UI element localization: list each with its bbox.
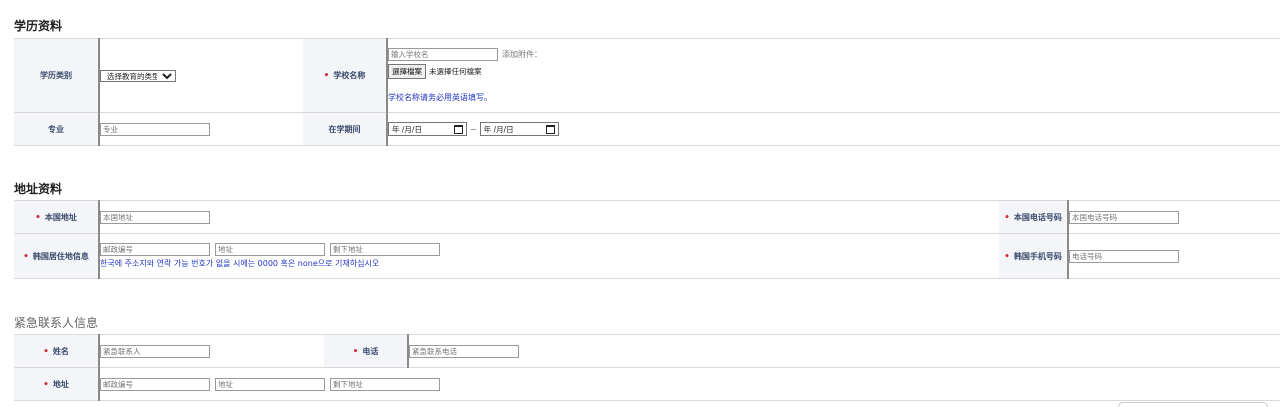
home-phone-input[interactable] xyxy=(1069,210,1179,224)
emergency-row-2: • 地址 xyxy=(14,367,1280,401)
korea-zip-input[interactable] xyxy=(100,243,210,256)
emergency-address-rest-input[interactable] xyxy=(330,377,440,391)
required-mark: • xyxy=(1004,251,1010,262)
home-phone-cell xyxy=(1068,200,1280,234)
emergency-address-label: 地址 xyxy=(52,379,69,389)
korea-mobile-label-cell: • 韩国手机号码 xyxy=(999,233,1069,279)
bottom-panel-edge xyxy=(1118,402,1268,407)
emergency-phone-cell xyxy=(408,334,1280,368)
emergency-zip-input[interactable] xyxy=(100,377,210,391)
education-form: 学历类别 选择教育的类型 •学校名称 添加附件： 選擇檔案 未選擇任何檔案 学校… xyxy=(14,38,1280,146)
address-row-1: •本国地址 •本国电话号码 xyxy=(14,200,1280,234)
study-period-label: 在学期间 xyxy=(303,112,388,146)
korea-address-note: 한국에 주소지와 연락 가능 번호가 없을 시에는 0000 혹은 none으로… xyxy=(100,259,380,268)
korea-address-label: 韩国居住地信息 xyxy=(32,251,89,261)
emergency-form: •姓名 •电话 •地址 xyxy=(14,334,1280,401)
home-address-label-cell: • 本国地址 xyxy=(14,200,100,234)
home-phone-label-cell: • 本国电话号码 xyxy=(999,200,1069,234)
emergency-name-input[interactable] xyxy=(100,344,210,358)
school-name-label-cell: • 学校名称 xyxy=(303,38,388,113)
school-name-input[interactable] xyxy=(388,48,498,61)
start-date-input[interactable]: 年 /月/日 xyxy=(388,122,467,136)
emergency-phone-label: 电话 xyxy=(362,346,379,356)
study-period-cell: 年 /月/日 ~ 年 /月/日 xyxy=(387,112,1280,146)
degree-type-label: 学历类别 xyxy=(14,38,100,113)
address-section-title: 地址资料 xyxy=(14,182,63,196)
education-row-2: 专业 在学期间 年 /月/日 ~ 年 /月/日 xyxy=(14,112,1280,146)
file-status: 未選擇任何檔案 xyxy=(429,67,482,76)
degree-type-select[interactable]: 选择教育的类型 xyxy=(100,69,176,82)
major-input[interactable] xyxy=(100,122,210,136)
required-mark: • xyxy=(43,346,49,357)
end-date-input[interactable]: 年 /月/日 xyxy=(479,122,559,136)
emergency-row-1: •姓名 •电话 xyxy=(14,334,1280,368)
major-label: 专业 xyxy=(14,112,100,146)
emergency-section-title: 紧急联系人信息 xyxy=(14,316,99,330)
korea-address-rest-input[interactable] xyxy=(330,243,440,256)
required-mark: • xyxy=(35,212,41,223)
calendar-icon[interactable] xyxy=(454,124,463,134)
emergency-address-cell xyxy=(99,367,1280,401)
attach-label: 添加附件： xyxy=(502,50,542,59)
address-row-2: •韩国居住地信息 한국에 주소지와 연락 가능 번호가 없을 시에는 0000 … xyxy=(14,233,1280,279)
required-mark: • xyxy=(323,71,330,81)
education-row-1: 学历类别 选择教育的类型 •学校名称 添加附件： 選擇檔案 未選擇任何檔案 学校… xyxy=(14,38,1280,113)
calendar-icon[interactable] xyxy=(545,124,555,134)
korea-mobile-label: 韩国手机号码 xyxy=(1013,251,1062,261)
required-mark: • xyxy=(23,251,29,262)
emergency-name-label: 姓名 xyxy=(52,346,69,356)
korea-mobile-input[interactable] xyxy=(1069,249,1179,263)
required-mark: • xyxy=(352,346,359,357)
korea-mobile-cell xyxy=(1068,233,1280,279)
major-cell xyxy=(99,112,303,146)
education-section-title: 学历资料 xyxy=(14,19,63,33)
school-name-cell: 添加附件： 選擇檔案 未選擇任何檔案 学校名称请务必用英语填写。 xyxy=(387,38,1280,113)
end-date-text: 年 /月/日 xyxy=(483,124,514,134)
address-form: •本国地址 •本国电话号码 •韩国居住地信息 한국에 주소지와 연락 가능 번호… xyxy=(14,200,1280,279)
emergency-name-label-cell: • 姓名 xyxy=(14,334,100,368)
korea-address-cell: 한국에 주소지와 연락 가능 번호가 없을 시에는 0000 혹은 none으로… xyxy=(99,233,999,279)
school-name-note: 学校名称请务必用英语填写。 xyxy=(388,93,492,102)
home-address-input[interactable] xyxy=(100,210,210,224)
required-mark: • xyxy=(43,379,49,390)
emergency-address-label-cell: • 地址 xyxy=(14,367,100,401)
home-address-label: 本国地址 xyxy=(44,212,77,222)
school-name-label: 学校名称 xyxy=(333,71,366,80)
home-address-cell xyxy=(99,200,999,234)
emergency-phone-label-cell: • 电话 xyxy=(324,334,409,368)
choose-file-button[interactable]: 選擇檔案 xyxy=(388,64,426,79)
korea-address-label-cell: • 韩国居住地信息 xyxy=(14,233,100,279)
home-phone-label: 本国电话号码 xyxy=(1013,212,1062,222)
date-separator: ~ xyxy=(470,124,477,134)
degree-type-cell: 选择教育的类型 xyxy=(99,38,303,113)
required-mark: • xyxy=(1004,212,1010,223)
start-date-text: 年 /月/日 xyxy=(392,124,422,134)
emergency-address-input[interactable] xyxy=(215,377,325,391)
emergency-phone-input[interactable] xyxy=(409,344,519,358)
emergency-name-cell xyxy=(99,334,324,368)
korea-address-input[interactable] xyxy=(215,243,325,256)
